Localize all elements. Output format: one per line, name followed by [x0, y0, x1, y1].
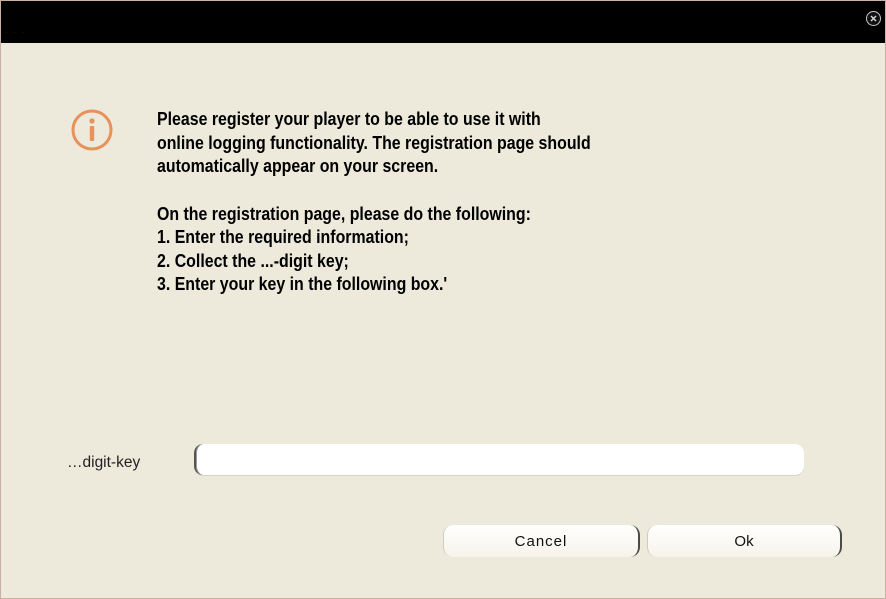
close-button[interactable]	[866, 11, 881, 26]
digit-key-label: …digit-key	[67, 454, 141, 471]
message-line: automatically appear on your screen.	[157, 155, 439, 176]
dialog-message: Please register your player to be able t…	[157, 107, 707, 296]
message-line: online logging functionality. The regist…	[157, 131, 591, 153]
ok-button[interactable]: Ok	[647, 525, 842, 557]
instruction-line: On the registration page, please do the …	[157, 202, 531, 224]
instruction-line: 3. Enter your key in the following box.'	[157, 273, 448, 294]
info-icon	[69, 107, 115, 158]
message-line: Please register your player to be able t…	[157, 108, 541, 129]
close-icon	[870, 15, 877, 22]
digit-key-input[interactable]	[194, 444, 804, 475]
registration-dialog: · · · Please register your player to be …	[0, 0, 886, 599]
cancel-button[interactable]: Cancel	[443, 525, 640, 557]
title-bar: · · ·	[1, 1, 885, 43]
instruction-line: 2. Collect the ...-digit key;	[157, 249, 349, 271]
instruction-line: 1. Enter the required information;	[157, 226, 409, 247]
title-bar-text: · · ·	[5, 29, 27, 37]
